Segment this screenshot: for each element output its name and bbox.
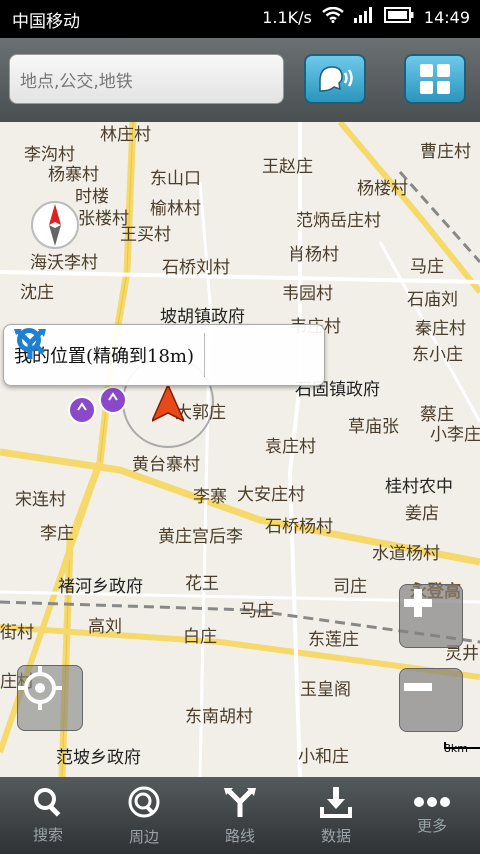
map-label: 秦庄村 bbox=[415, 319, 466, 339]
download-icon bbox=[320, 787, 352, 818]
map-label: 王买村 bbox=[120, 225, 171, 245]
status-bar: 中国移动 1.1K/s 14:49 bbox=[0, 0, 480, 38]
map-label: 王赵庄 bbox=[262, 157, 313, 177]
zoom-out-button[interactable] bbox=[399, 668, 463, 732]
map-label: 小和庄 bbox=[298, 747, 349, 767]
map-label: 石庙刘 bbox=[407, 290, 458, 310]
map-label: 李寨 bbox=[193, 487, 227, 507]
map-label: 范坡乡政府 bbox=[56, 748, 141, 768]
map-label: 杨楼村 bbox=[357, 179, 408, 199]
search-input[interactable]: 地点,公交,地铁 bbox=[9, 54, 284, 104]
battery-icon bbox=[383, 7, 414, 27]
locate-icon bbox=[18, 666, 62, 710]
nav-search[interactable]: 搜索 bbox=[0, 777, 96, 854]
nav-label: 搜索 bbox=[32, 826, 63, 844]
map-label: 袁庄村 bbox=[265, 437, 316, 457]
nav-nearby[interactable]: 周边 bbox=[96, 777, 192, 854]
map-label: 黄庄宫后李 bbox=[158, 527, 243, 547]
current-location-arrow-icon bbox=[152, 385, 184, 422]
map-label: 石桥杨村 bbox=[265, 517, 333, 537]
clock: 14:49 bbox=[423, 7, 470, 27]
map-label: 小李庄 bbox=[430, 425, 480, 445]
map-label: 肖杨村 bbox=[288, 245, 339, 265]
map-label: 李庄 bbox=[40, 524, 74, 544]
zoom-in-button[interactable] bbox=[399, 584, 463, 648]
map-label: 马庄 bbox=[240, 601, 274, 621]
map-label: 曹庄村 bbox=[420, 142, 471, 162]
map-label: 街村 bbox=[0, 623, 34, 643]
compass-icon[interactable] bbox=[30, 200, 80, 250]
map-view[interactable]: 林庄村 李沟村 杨寨村 时楼 东山口 王赵庄 杨楼村 曹庄村 张楼村 榆林村 王… bbox=[0, 122, 480, 777]
search-icon bbox=[34, 788, 61, 817]
minus-icon bbox=[404, 683, 432, 691]
scale-bar: 8km bbox=[443, 742, 480, 755]
scale-line bbox=[443, 742, 480, 749]
plus-icon bbox=[404, 589, 432, 617]
map-label: 海沃李村 bbox=[30, 253, 98, 273]
map-label: 司庄 bbox=[333, 577, 367, 597]
map-label: 水道杨村 bbox=[372, 544, 440, 564]
network-speed: 1.1K/s bbox=[262, 7, 312, 27]
poi-marker-icon[interactable] bbox=[66, 380, 136, 428]
map-label: 榆林村 bbox=[150, 199, 201, 219]
wifi-icon bbox=[322, 6, 344, 27]
map-label: 范炳岳庄村 bbox=[296, 211, 381, 231]
popup-divider bbox=[204, 333, 206, 377]
map-label: 桂村农中 bbox=[385, 477, 453, 497]
map-label: 姜店 bbox=[405, 504, 439, 524]
route-icon bbox=[224, 788, 256, 817]
voice-icon bbox=[319, 66, 353, 92]
map-label: 草庙张 bbox=[348, 417, 399, 437]
map-label: 东南胡村 bbox=[185, 707, 253, 727]
map-label: 东小庄 bbox=[412, 345, 463, 365]
route-icon[interactable] bbox=[12, 325, 48, 361]
nav-more[interactable]: 更多 bbox=[384, 777, 480, 854]
map-label: 白庄 bbox=[183, 627, 217, 647]
nav-label: 周边 bbox=[128, 828, 159, 846]
map-label: 东莲庄 bbox=[308, 630, 359, 650]
map-label: 石桥刘村 bbox=[162, 258, 230, 278]
map-label: 褚河乡政府 bbox=[58, 577, 143, 597]
menu-grid-button[interactable] bbox=[404, 54, 466, 104]
nearby-icon bbox=[128, 786, 160, 818]
nav-data[interactable]: 数据 bbox=[288, 777, 384, 854]
my-location-popup[interactable]: 我的位置(精确到18m) bbox=[3, 324, 325, 386]
map-label: 宋连村 bbox=[15, 490, 66, 510]
grid-icon bbox=[420, 64, 450, 94]
map-label: 玉皇阁 bbox=[300, 680, 351, 700]
bottom-navigation: 搜索 周边 路线 数据 更多 bbox=[0, 777, 480, 854]
map-label: 大安庄村 bbox=[237, 485, 305, 505]
signal-icon bbox=[353, 7, 374, 27]
map-label: 林庄村 bbox=[100, 125, 151, 145]
map-label: 韦园村 bbox=[282, 284, 333, 304]
map-label: 花王 bbox=[185, 574, 219, 594]
nav-label: 更多 bbox=[416, 817, 447, 835]
map-label: 马庄 bbox=[410, 257, 444, 277]
more-icon bbox=[414, 797, 450, 807]
carrier-name: 中国移动 bbox=[12, 12, 80, 32]
nav-route[interactable]: 路线 bbox=[192, 777, 288, 854]
nav-label: 路线 bbox=[224, 827, 255, 845]
map-label: 黄台寨村 bbox=[132, 455, 200, 475]
map-label: 高刘 bbox=[88, 617, 122, 637]
locate-me-button[interactable] bbox=[17, 665, 83, 731]
top-toolbar: 地点,公交,地铁 bbox=[0, 38, 480, 122]
nav-label: 数据 bbox=[320, 827, 351, 845]
search-placeholder: 地点,公交,地铁 bbox=[20, 71, 133, 92]
map-label: 沈庄 bbox=[20, 283, 54, 303]
map-label: 东山口 bbox=[150, 169, 201, 189]
voice-search-button[interactable] bbox=[304, 54, 366, 104]
